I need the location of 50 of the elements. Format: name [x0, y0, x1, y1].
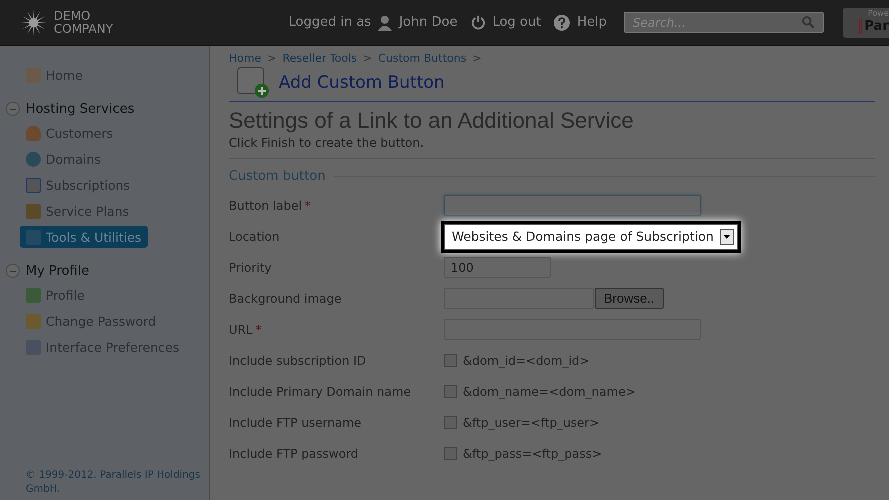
input-field[interactable]: 100	[444, 257, 551, 278]
field-label: Button label	[229, 198, 302, 212]
breadcrumb-separator: >	[267, 52, 277, 65]
logged-in-label: Logged in as	[288, 15, 372, 30]
breadcrumb-link[interactable]: Home	[229, 52, 262, 65]
form-heading: Settings of a Link to an Additional Service	[229, 108, 635, 134]
sidebar-item[interactable]: Tools & Utilities	[20, 226, 148, 248]
logo-text: COMPANY	[54, 22, 114, 36]
field-label: Priority	[229, 260, 272, 274]
page-title: Add Custom Button	[279, 73, 445, 93]
help-link[interactable]: Help	[577, 15, 607, 30]
section-title: Custom button	[229, 169, 326, 184]
checkbox[interactable]	[444, 447, 457, 460]
user-icon	[378, 14, 392, 30]
field-label: Include Primary Domain name	[229, 384, 412, 398]
browse-button[interactable]: Browse..	[595, 288, 664, 309]
field-label: URL	[229, 322, 253, 336]
collapse-icon[interactable]	[6, 102, 20, 116]
breadcrumb-link[interactable]: Custom Buttons	[378, 52, 467, 65]
file-path-field[interactable]	[444, 288, 594, 309]
checkbox[interactable]	[444, 385, 457, 398]
required-marker: *	[256, 322, 262, 336]
breadcrumb-link[interactable]: Reseller Tools	[282, 52, 358, 65]
breadcrumb-separator: >	[472, 52, 482, 65]
checkbox[interactable]	[444, 354, 457, 367]
field-label: Include subscription ID	[229, 354, 366, 368]
user-link[interactable]: John Doe	[399, 15, 458, 30]
checkbox-label: &ftp_user=<ftp_user>	[463, 416, 600, 430]
collapse-icon[interactable]	[6, 264, 20, 278]
field-label: Include FTP password	[229, 446, 359, 460]
field-label: Background image	[229, 292, 342, 306]
sidebar-group-title: My Profile	[26, 264, 90, 278]
power-icon	[470, 15, 486, 30]
required-marker: *	[305, 198, 312, 212]
checkbox-label: &dom_name=<dom_name>	[463, 384, 636, 398]
dropdown-caret-icon	[720, 228, 734, 244]
checkbox[interactable]	[444, 416, 457, 429]
logout-link[interactable]: Log out	[492, 15, 542, 30]
logo-text: DEMO	[54, 10, 92, 22]
breadcrumb-separator: >	[363, 52, 372, 65]
sidebar-group-title: Hosting Services	[26, 102, 135, 116]
field-label: Include FTP username	[229, 416, 362, 430]
checkbox-label: &ftp_pass=<ftp_pass>	[463, 446, 602, 460]
copyright-text: © 1999-2012. Parallels IP Holdings GmbH.	[26, 469, 202, 497]
search-icon	[802, 16, 815, 29]
input-field[interactable]	[444, 195, 701, 216]
help-icon	[554, 14, 570, 30]
field-label: Location	[229, 230, 280, 244]
intro-text: Click Finish to create the button.	[229, 136, 875, 159]
checkbox-label: &dom_id=<dom_id>	[463, 354, 590, 368]
